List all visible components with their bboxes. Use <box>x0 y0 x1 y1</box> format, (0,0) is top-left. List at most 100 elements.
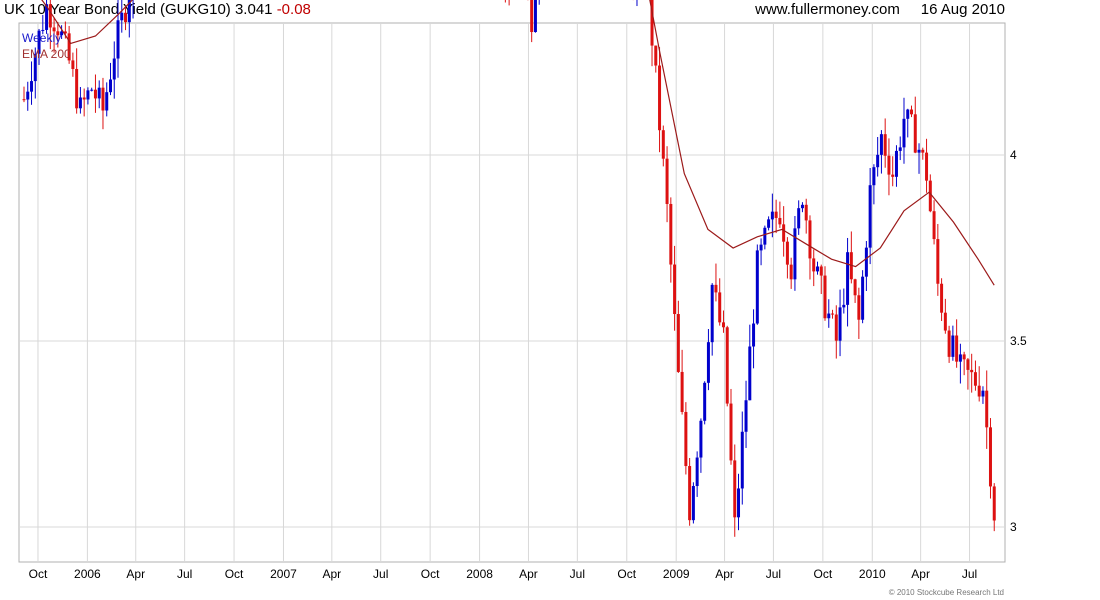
candle-body <box>943 312 947 331</box>
candle-body <box>891 174 895 177</box>
candle-body <box>90 89 94 91</box>
x-tick-label: Oct <box>814 567 833 581</box>
candle-body <box>533 0 537 33</box>
candle-body <box>846 252 850 305</box>
copyright: © 2010 Stockcube Research Ltd <box>888 588 1004 597</box>
candle-body <box>992 486 996 521</box>
x-tick-label: Jul <box>373 567 388 581</box>
candle-body <box>116 20 120 59</box>
candle-body <box>879 134 883 155</box>
x-tick-label: Jul <box>962 567 977 581</box>
candle-body <box>921 149 925 153</box>
candle-body <box>940 283 944 313</box>
candle-body <box>725 327 729 404</box>
candle-body <box>815 266 819 272</box>
candle-body <box>932 211 936 240</box>
x-tick-label: 2010 <box>859 567 886 581</box>
candle-body <box>834 314 838 341</box>
candle-body <box>785 241 789 265</box>
candle-body <box>26 91 30 100</box>
candle-body <box>124 12 128 23</box>
candle-body <box>733 460 737 518</box>
candle-body <box>22 99 26 101</box>
candle-body <box>797 208 801 229</box>
candle-body <box>665 158 669 204</box>
plot-frame <box>18 22 1006 563</box>
candle-body <box>759 244 763 251</box>
candle-body <box>951 335 955 357</box>
x-tick-label: Apr <box>911 567 930 581</box>
candle-body <box>988 427 992 487</box>
candle-body <box>703 382 707 421</box>
x-tick-label: Apr <box>322 567 341 581</box>
candle-body <box>898 147 902 151</box>
candle-body <box>740 431 744 489</box>
legend-weekly: Weekly <box>22 31 62 45</box>
candle-body <box>902 118 906 148</box>
x-tick-label: Oct <box>29 567 48 581</box>
x-tick-label: 2009 <box>663 567 690 581</box>
y-tick-label: 4 <box>1010 148 1017 162</box>
candle-body <box>808 220 812 259</box>
candle-body <box>977 385 981 397</box>
candle-body <box>673 264 677 315</box>
candle-body <box>530 0 534 33</box>
x-tick-label: Apr <box>126 567 145 581</box>
candlestick-chart: Oct 2006 Apr Jul Oct 2007 Apr Jul Oct 2008 Apr Jul O… <box>18 0 1027 581</box>
candle-body <box>93 89 97 99</box>
candle-body <box>819 266 823 276</box>
x-tick-label: Jul <box>177 567 192 581</box>
candle-body <box>906 109 910 119</box>
candle-body <box>669 203 673 265</box>
candle-body <box>962 354 966 360</box>
candle-body <box>913 114 917 153</box>
candle-body <box>928 180 932 212</box>
candle-body <box>842 304 846 308</box>
candle-body <box>654 45 658 66</box>
candle-body <box>947 330 951 357</box>
candle-body <box>752 323 756 347</box>
x-tick-label: Oct <box>225 567 244 581</box>
x-tick-label: Oct <box>617 567 636 581</box>
candle-body <box>729 403 733 461</box>
candle-body <box>985 390 989 428</box>
candle-body <box>876 154 880 168</box>
candle-body <box>857 295 861 320</box>
candle-body <box>973 372 977 386</box>
candle-body <box>770 211 774 220</box>
candle-body <box>925 152 929 181</box>
candle-body <box>958 354 962 362</box>
x-tick-label: 2006 <box>74 567 101 581</box>
candle-body <box>827 313 831 319</box>
x-tick-label: Oct <box>421 567 440 581</box>
candle-body <box>755 250 759 324</box>
candle-body <box>718 292 722 323</box>
candle-body <box>789 264 793 280</box>
candle-body <box>82 97 86 100</box>
candle-body <box>658 65 662 131</box>
candle-body <box>688 466 692 521</box>
candle-body <box>868 185 872 248</box>
candle-body <box>936 239 940 284</box>
x-tick-label: Jul <box>570 567 585 581</box>
candle-body <box>763 227 767 245</box>
candle-body <box>714 284 718 293</box>
candle-body <box>853 279 857 296</box>
candle-body <box>823 275 827 319</box>
candle-body <box>78 97 82 109</box>
x-tick-label: Apr <box>519 567 538 581</box>
candle-body <box>955 335 959 362</box>
legend-ema: EMA 200 <box>22 47 71 61</box>
candle-body <box>75 68 79 109</box>
x-tick-label: Apr <box>715 567 734 581</box>
candle-body <box>804 204 808 221</box>
candle-body <box>748 346 752 401</box>
candle-body <box>706 342 710 383</box>
candle-body <box>838 307 842 341</box>
y-tick-label: 3.5 <box>1010 334 1027 348</box>
candle-body <box>676 314 680 372</box>
candle-body <box>970 369 974 373</box>
candle-body <box>684 411 688 467</box>
candle-body <box>782 224 786 242</box>
candle-body <box>97 87 101 99</box>
